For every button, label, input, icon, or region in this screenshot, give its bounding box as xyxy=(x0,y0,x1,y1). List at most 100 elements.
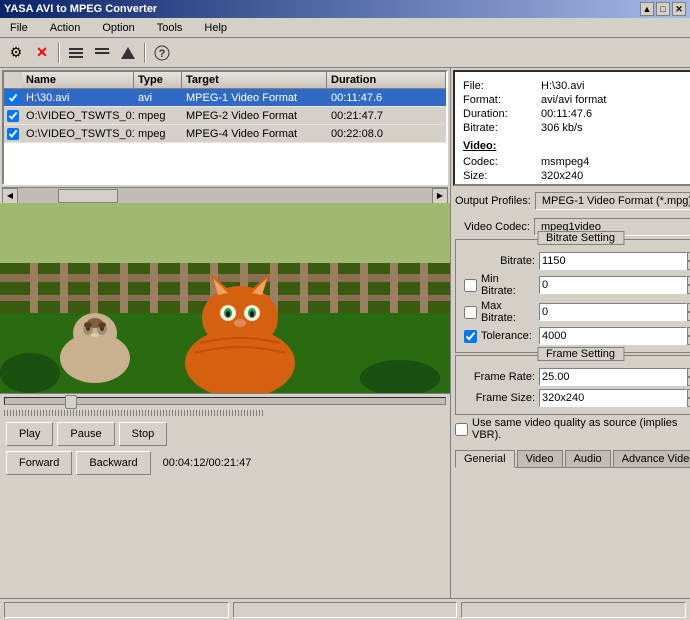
max-bitrate-checkbox[interactable] xyxy=(464,306,477,319)
seek-thumb[interactable] xyxy=(65,395,77,409)
max-bitrate-spinner[interactable]: ▲ ▼ xyxy=(539,303,690,321)
info-codec-line: Codec: msmpeg4 xyxy=(463,156,690,168)
row1-duration: 00:11:47.6 xyxy=(327,91,446,105)
info-framerate-line: Frame Rate: 16.00 fps xyxy=(463,184,690,186)
info-bitrate-line: Bitrate: 306 kb/s xyxy=(463,122,690,134)
forward-button[interactable]: Forward xyxy=(6,451,72,475)
bitrate-label: Bitrate: xyxy=(460,255,535,267)
delete-button[interactable]: ✕ xyxy=(30,41,54,65)
format-value: avi/avi format xyxy=(541,94,606,106)
tolerance-spinner[interactable]: ▲ ▼ xyxy=(539,327,690,345)
tolerance-checkbox[interactable] xyxy=(464,330,477,343)
menu-action[interactable]: Action xyxy=(44,20,87,36)
help-button[interactable]: ? xyxy=(150,41,174,65)
scroll-thumb[interactable] xyxy=(58,189,118,203)
bitrate-group: Bitrate Setting Bitrate: ▲ ▼ xyxy=(455,239,690,353)
row3-checkbox[interactable] xyxy=(7,128,19,140)
min-bitrate-checkbox[interactable] xyxy=(464,279,477,292)
play-button[interactable]: Play xyxy=(6,422,53,446)
seek-bar[interactable] xyxy=(0,393,450,407)
bitrate-input[interactable] xyxy=(539,252,687,270)
table-row[interactable]: H:\30.avi avi MPEG-1 Video Format 00:11:… xyxy=(4,89,446,107)
info-duration-line: Duration: 00:11:47.6 xyxy=(463,108,690,120)
format-label: Format: xyxy=(463,94,533,106)
menu-help[interactable]: Help xyxy=(198,20,233,36)
col-duration-header[interactable]: Duration xyxy=(327,72,446,88)
pause-button[interactable]: Pause xyxy=(57,422,114,446)
title-controls[interactable]: ▲ □ ✕ xyxy=(640,2,686,16)
max-bitrate-row: Max Bitrate: ▲ ▼ xyxy=(460,300,690,324)
stop-button[interactable]: Stop xyxy=(119,422,168,446)
frame-rate-label: Frame Rate: xyxy=(460,371,535,383)
scroll-track[interactable] xyxy=(18,188,432,204)
max-bitrate-input[interactable] xyxy=(539,303,687,321)
table-row[interactable]: O:\VIDEO_TSWTS_01_... mpeg MPEG-2 Video … xyxy=(4,107,446,125)
min-bitrate-spinner[interactable]: ▲ ▼ xyxy=(539,276,690,294)
duration-value: 00:11:47.6 xyxy=(541,108,592,120)
svg-text:?: ? xyxy=(159,48,166,60)
time-display: 00:04:12/00:21:47 xyxy=(163,457,252,469)
close-button[interactable]: ✕ xyxy=(672,2,686,16)
scroll-right-button[interactable]: ▶ xyxy=(432,188,448,204)
tab-generial[interactable]: Generial xyxy=(455,450,515,468)
frame-rate-input[interactable] xyxy=(539,368,687,386)
menu-file[interactable]: File xyxy=(4,20,34,36)
info-file-line: File: H:\30.avi xyxy=(463,80,690,92)
file-list-container: Name Type Target Duration H:\30.avi avi … xyxy=(2,70,448,185)
col-type-header[interactable]: Type xyxy=(134,72,182,88)
file-list-scrollbar[interactable]: ◀ ▶ xyxy=(2,187,448,203)
vbr-label: Use same video quality as source (implie… xyxy=(472,417,690,441)
frame-size-row: Frame Size: ▲ ▼ xyxy=(460,389,690,407)
tolerance-input[interactable] xyxy=(539,327,687,345)
info-format-line: Format: avi/avi format xyxy=(463,94,690,106)
frame-rate-spinner[interactable]: ▲ ▼ xyxy=(539,368,690,386)
row1-checkbox[interactable] xyxy=(7,92,19,104)
tab-audio[interactable]: Audio xyxy=(565,450,611,467)
status-bar xyxy=(0,598,690,620)
settings-columns: Video Codec: mpeg1video Bitrate Setting … xyxy=(455,218,690,444)
frame-size-input[interactable] xyxy=(539,389,687,407)
bitrate-value: 306 kb/s xyxy=(541,122,583,134)
frame-setting-button[interactable]: Frame Setting xyxy=(537,347,624,361)
status-panel-1 xyxy=(4,602,229,618)
framerate-value: 16.00 fps xyxy=(541,184,586,186)
settings-button[interactable]: ⚙ xyxy=(4,41,28,65)
output-profile-select[interactable]: MPEG-1 Video Format (*.mpg) xyxy=(535,192,690,210)
col-target-header[interactable]: Target xyxy=(182,72,327,88)
menu-option[interactable]: Option xyxy=(96,20,140,36)
col-name-header[interactable]: Name xyxy=(22,72,134,88)
minimize-button[interactable]: ▲ xyxy=(640,2,654,16)
scroll-left-button[interactable]: ◀ xyxy=(2,188,18,204)
player-controls: Play Pause Stop xyxy=(0,419,450,449)
bitrate-setting-button[interactable]: Bitrate Setting xyxy=(537,231,624,245)
left-settings: Video Codec: mpeg1video Bitrate Setting … xyxy=(455,218,690,444)
row3-target: MPEG-4 Video Format xyxy=(182,127,327,141)
duration-label: Duration: xyxy=(463,108,533,120)
row2-checkbox[interactable] xyxy=(7,110,19,122)
min-bitrate-input[interactable] xyxy=(539,276,687,294)
tool4-button[interactable] xyxy=(90,41,114,65)
tab-video[interactable]: Video xyxy=(517,450,563,467)
menu-tools[interactable]: Tools xyxy=(151,20,189,36)
row3-duration: 00:22:08.0 xyxy=(327,127,446,141)
bitrate-spinner[interactable]: ▲ ▼ xyxy=(539,252,690,270)
vbr-checkbox[interactable] xyxy=(455,423,468,436)
frame-size-spinner[interactable]: ▲ ▼ xyxy=(539,389,690,407)
backward-button[interactable]: Backward xyxy=(76,451,150,475)
file-label: File: xyxy=(463,80,533,92)
table-row[interactable]: O:\VIDEO_TSWTS_01_... mpeg MPEG-4 Video … xyxy=(4,125,446,143)
seek-track[interactable] xyxy=(4,397,446,405)
video-codec-label: Video Codec: xyxy=(455,221,530,233)
file-list-header: Name Type Target Duration xyxy=(4,72,446,89)
tab-advance-video[interactable]: Advance Video xyxy=(613,450,690,467)
tolerance-row: Tolerance: ▲ ▼ xyxy=(460,327,690,345)
tool3-button[interactable] xyxy=(64,41,88,65)
codec-label: Codec: xyxy=(463,156,533,168)
min-bitrate-label: Min Bitrate: xyxy=(481,273,535,297)
tool5-button[interactable] xyxy=(116,41,140,65)
settings-panel: Output Profiles: MPEG-1 Video Format (*.… xyxy=(451,188,690,598)
player-controls-2: Forward Backward 00:04:12/00:21:47 xyxy=(0,449,450,477)
video-section: Video: xyxy=(463,140,690,152)
min-bitrate-row: Min Bitrate: ▲ ▼ xyxy=(460,273,690,297)
maximize-button[interactable]: □ xyxy=(656,2,670,16)
